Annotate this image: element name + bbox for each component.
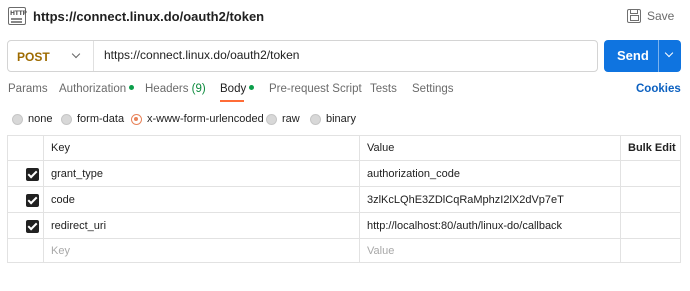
request-title[interactable]: https://connect.linux.do/oauth2/token bbox=[33, 9, 264, 24]
send-label: Send bbox=[617, 48, 649, 63]
radio-raw[interactable] bbox=[266, 113, 277, 125]
tab-settings[interactable]: Settings bbox=[412, 83, 454, 95]
save-button[interactable]: Save bbox=[627, 6, 674, 26]
authorization-status-dot bbox=[129, 85, 135, 90]
table-row: code 3zlKcLQhE3ZDlCqRaMphzI2lX2dVp7eT bbox=[8, 187, 680, 213]
mode-none[interactable]: none bbox=[12, 110, 52, 128]
radio-none[interactable] bbox=[12, 113, 23, 125]
mode-urlencoded-label: x-www-form-urlencoded bbox=[147, 113, 264, 125]
row-value[interactable]: 3zlKcLQhE3ZDlCqRaMphzI2lX2dVp7eT bbox=[367, 194, 564, 206]
mode-form-data[interactable]: form-data bbox=[61, 110, 124, 128]
mode-binary-label: binary bbox=[326, 113, 356, 125]
table-header-row: Key Value Bulk Edit bbox=[8, 136, 680, 161]
url-input[interactable]: https://connect.linux.do/oauth2/token bbox=[104, 48, 299, 62]
save-icon bbox=[627, 9, 641, 23]
new-key-input[interactable]: Key bbox=[51, 245, 70, 257]
send-divider bbox=[658, 40, 659, 72]
mode-binary[interactable]: binary bbox=[310, 110, 356, 128]
tab-pre-request-script[interactable]: Pre-request Script bbox=[269, 83, 362, 95]
bulk-edit-button[interactable]: Bulk Edit bbox=[628, 142, 676, 154]
tab-params[interactable]: Params bbox=[8, 83, 48, 95]
tab-headers[interactable]: Headers (9) bbox=[145, 83, 206, 95]
cookies-link[interactable]: Cookies bbox=[636, 83, 681, 95]
headers-count: (9) bbox=[191, 83, 206, 95]
table-row: redirect_uri http://localhost:80/auth/li… bbox=[8, 213, 680, 239]
column-key-header: Key bbox=[51, 142, 70, 154]
radio-binary[interactable] bbox=[310, 113, 321, 125]
mode-urlencoded[interactable]: x-www-form-urlencoded bbox=[131, 110, 264, 128]
new-value-input[interactable]: Value bbox=[367, 245, 394, 257]
http-request-icon: HTTP bbox=[8, 7, 27, 25]
row-key[interactable]: redirect_uri bbox=[51, 220, 106, 232]
save-label: Save bbox=[647, 9, 675, 23]
row-enabled-checkbox[interactable] bbox=[26, 194, 39, 207]
params-table: Key Value Bulk Edit grant_type authoriza… bbox=[7, 135, 681, 263]
send-options-chevron-icon[interactable] bbox=[664, 48, 674, 58]
row-enabled-checkbox[interactable] bbox=[26, 168, 39, 181]
radio-form-data[interactable] bbox=[61, 113, 72, 125]
mode-form-data-label: form-data bbox=[77, 113, 125, 125]
row-key[interactable]: grant_type bbox=[51, 168, 103, 180]
row-key[interactable]: code bbox=[51, 194, 75, 206]
request-bar: POST https://connect.linux.do/oauth2/tok… bbox=[7, 40, 598, 72]
mode-none-label: none bbox=[28, 113, 53, 125]
send-button[interactable]: Send bbox=[604, 40, 681, 72]
title-bar: HTTP https://connect.linux.do/oauth2/tok… bbox=[0, 0, 690, 34]
method-label: POST bbox=[17, 50, 50, 64]
tab-body[interactable]: Body bbox=[220, 83, 255, 95]
body-mode-selector: none form-data x-www-form-urlencoded raw… bbox=[0, 110, 690, 128]
radio-urlencoded[interactable] bbox=[131, 113, 142, 125]
row-enabled-checkbox[interactable] bbox=[26, 220, 39, 233]
row-value[interactable]: http://localhost:80/auth/linux-do/callba… bbox=[367, 220, 562, 232]
chevron-down-icon bbox=[71, 49, 81, 59]
tab-tests[interactable]: Tests bbox=[370, 83, 397, 95]
method-select[interactable]: POST bbox=[8, 41, 94, 71]
active-tab-underline bbox=[220, 100, 244, 102]
tab-authorization[interactable]: Authorization bbox=[59, 83, 135, 95]
mode-raw[interactable]: raw bbox=[266, 110, 300, 128]
column-value-header: Value bbox=[367, 142, 395, 154]
table-row: grant_type authorization_code bbox=[8, 161, 680, 187]
request-tabs: Params Authorization Headers (9) Body Pr… bbox=[0, 78, 690, 102]
body-status-dot bbox=[249, 85, 255, 90]
table-row-empty: Key Value bbox=[8, 239, 680, 263]
mode-raw-label: raw bbox=[282, 113, 300, 125]
row-value[interactable]: authorization_code bbox=[367, 168, 460, 180]
